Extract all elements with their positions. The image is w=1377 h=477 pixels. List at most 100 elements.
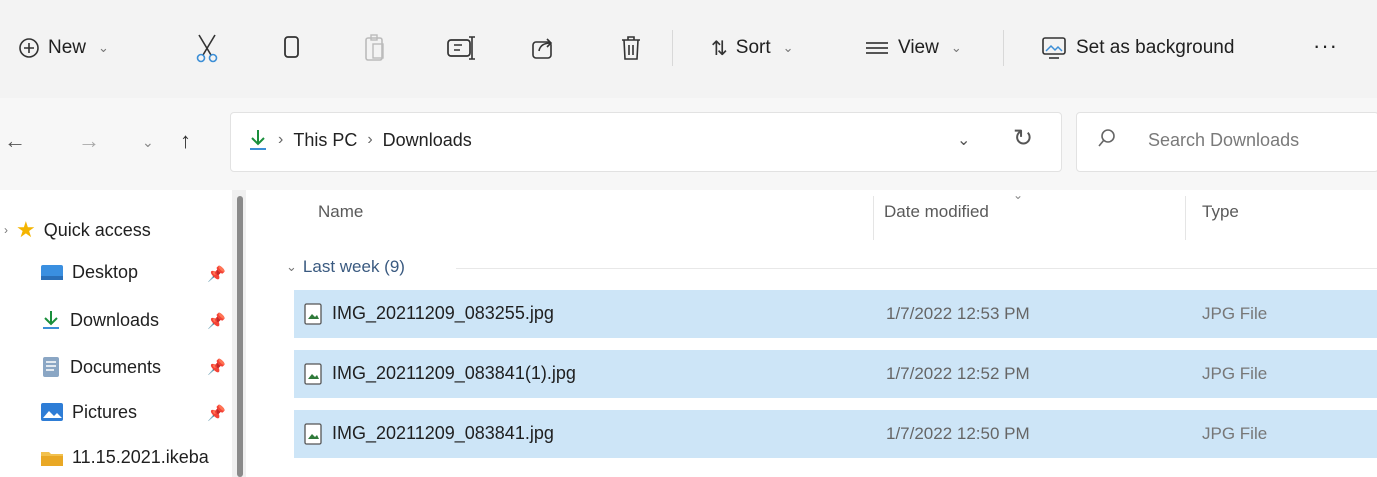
sidebar-item-label: 11.15.2021.ikeba [72,447,209,467]
file-type: JPG File [1202,304,1268,323]
file-row[interactable]: IMG_20211209_083841.jpg 1/7/2022 12:50 P… [294,410,1377,458]
column-header-type[interactable]: Type [1202,202,1239,222]
download-icon [250,130,266,150]
wallpaper-icon [1042,37,1066,59]
view-list-icon [866,42,888,54]
chevron-down-icon: ⌄ [782,40,794,55]
search-icon [1098,129,1115,147]
file-name: IMG_20211209_083841(1).jpg [332,363,576,383]
rename-icon [447,36,475,60]
delete-button[interactable] [619,26,643,70]
file-date-modified: 1/7/2022 12:52 PM [886,364,1030,383]
share-button[interactable] [530,26,556,70]
download-icon [43,311,59,329]
image-file-icon [304,423,322,445]
sort-button-label: Sort [735,37,771,58]
desktop-icon [41,264,63,280]
sidebar-item-desktop[interactable]: Desktop [40,262,138,283]
more-icon: ··· [1313,33,1338,58]
file-type: JPG File [1202,424,1268,443]
view-button-label: View [898,37,939,58]
toolbar-separator [672,30,673,66]
chevron-down-icon: ⌄ [957,132,971,149]
group-divider [456,268,1377,269]
pin-icon: 📌 [207,266,226,283]
back-button[interactable]: ← [4,128,26,154]
breadcrumb: › This PC › Downloads [248,128,472,152]
pin-icon: 📌 [207,359,226,376]
toolbar-separator [1003,30,1004,66]
star-icon: ★ [16,217,36,242]
file-name: IMG_20211209_083841.jpg [332,423,554,443]
sidebar-scrollbar-thumb[interactable] [237,196,243,477]
image-file-icon [304,303,322,325]
arrow-up-icon: ↑ [180,128,191,153]
group-header[interactable]: ⌄ Last week (9) [286,257,405,277]
sidebar-item-folder[interactable]: 11.15.2021.ikeba [40,447,209,468]
pin-icon: 📌 [207,405,226,422]
column-header-date-modified[interactable]: Date modified [884,202,989,222]
sort-indicator-icon: ⌄ [1013,188,1024,202]
expand-chevron-icon: › [4,223,8,237]
paste-button[interactable] [363,26,387,70]
breadcrumb-downloads[interactable]: Downloads [383,130,472,151]
more-options-button[interactable]: ··· [1313,24,1338,68]
share-icon [532,38,553,59]
search-input[interactable]: Search Downloads [1148,130,1299,151]
column-separator[interactable] [1185,196,1186,240]
file-type: JPG File [1202,364,1268,383]
copy-icon [284,36,299,58]
file-row[interactable]: IMG_20211209_083255.jpg 1/7/2022 12:53 P… [294,290,1377,338]
sort-icon: ⇅ [711,37,728,60]
file-date-modified: 1/7/2022 12:50 PM [886,424,1030,443]
sidebar-item-label: Downloads [70,309,160,330]
chevron-down-icon: ⌄ [142,134,154,150]
scissors-icon [196,34,218,63]
chevron-down-icon: ⌄ [950,40,962,55]
plus-circle-icon [19,38,39,58]
breadcrumb-separator: › [278,131,284,148]
file-date-modified: 1/7/2022 12:53 PM [886,304,1030,323]
address-history-button[interactable]: ⌄ [957,130,970,150]
breadcrumb-separator: › [367,131,373,148]
file-row[interactable]: IMG_20211209_083841(1).jpg 1/7/2022 12:5… [294,350,1377,398]
column-separator[interactable] [873,196,874,240]
folder-icon [41,451,63,466]
sidebar-item-documents[interactable]: Documents [40,355,161,379]
view-button[interactable]: View ⌄ [864,26,962,70]
column-header-name[interactable]: Name [318,202,363,222]
trash-icon [622,36,640,60]
chevron-down-icon: ⌄ [98,40,109,55]
documents-icon [43,357,59,377]
pin-icon: 📌 [207,313,226,330]
sidebar-item-pictures[interactable]: Pictures [40,401,137,423]
refresh-icon: ↻ [1013,125,1034,152]
up-button[interactable]: ↑ [180,128,191,154]
pictures-icon [41,403,63,421]
sidebar-item-label: Desktop [72,262,139,282]
sidebar-item-downloads[interactable]: Downloads [40,309,159,331]
paste-icon [365,34,384,61]
forward-button[interactable]: → [78,128,100,154]
new-button-label: New [48,37,87,58]
group-header-label: Last week (9) [302,257,405,276]
sidebar-item-label: Quick access [43,219,151,240]
rename-button[interactable] [446,26,476,70]
cut-button[interactable] [194,26,220,70]
file-name: IMG_20211209_083255.jpg [332,303,554,323]
arrow-left-icon: ← [4,128,26,153]
sort-button[interactable]: ⇅ Sort ⌄ [711,26,794,70]
set-as-background-label: Set as background [1076,37,1235,58]
new-button[interactable]: New ⌄ [18,26,109,70]
set-as-background-button[interactable]: Set as background [1040,26,1234,70]
breadcrumb-this-pc[interactable]: This PC [293,130,357,151]
sidebar-item-label: Documents [70,356,162,377]
collapse-chevron-icon: ⌄ [286,259,297,274]
copy-button[interactable] [282,26,302,70]
image-file-icon [304,363,322,385]
sidebar-item-quick-access[interactable]: › ★ Quick access [4,217,151,243]
arrow-right-icon: → [78,128,100,153]
sidebar-item-label: Pictures [72,401,138,422]
refresh-button[interactable]: ↻ [1013,124,1033,153]
recent-locations-button[interactable]: ⌄ [142,134,154,151]
